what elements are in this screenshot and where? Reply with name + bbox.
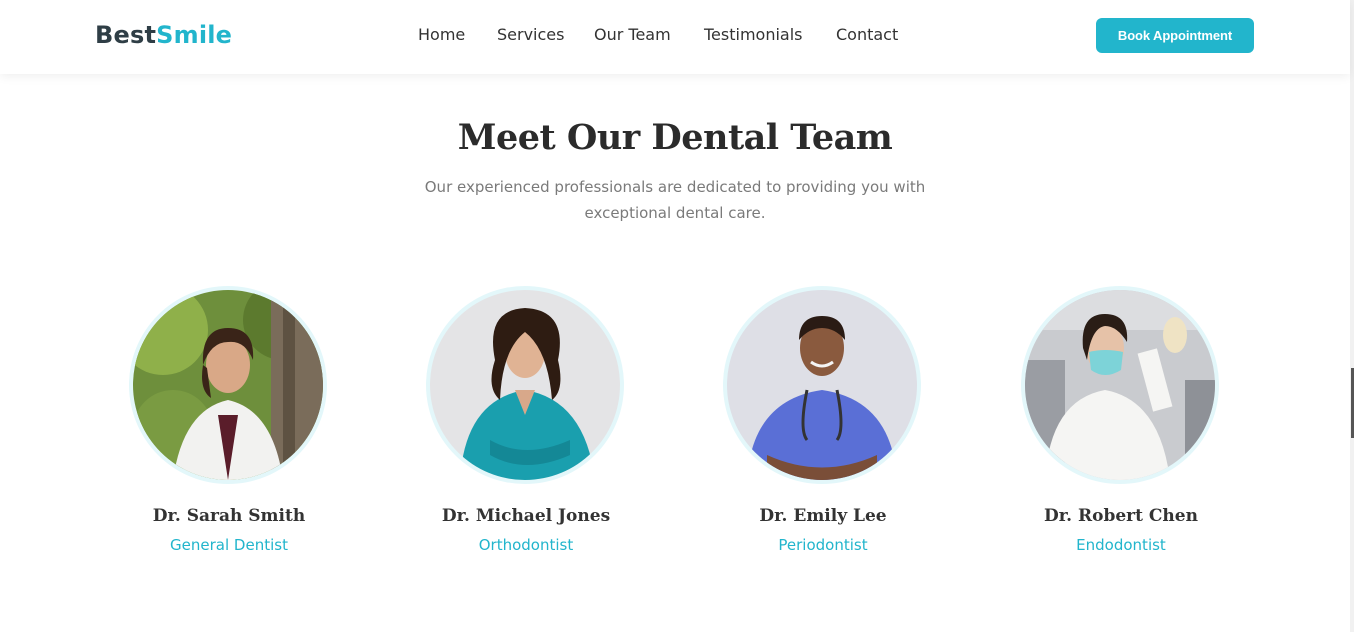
team-card: Dr. Emily Lee Periodontist xyxy=(673,286,973,566)
member-name: Dr. Emily Lee xyxy=(759,506,887,526)
avatar-sarah-smith xyxy=(133,290,323,480)
page-scrollbar[interactable] xyxy=(1350,0,1354,632)
avatar-emily-lee xyxy=(727,290,917,480)
section-subtitle: Our experienced professionals are dedica… xyxy=(424,178,926,222)
team-card: Dr. Robert Chen Endodontist xyxy=(971,286,1271,566)
team-card: Dr. Michael Jones Orthodontist xyxy=(376,286,676,566)
avatar-ring xyxy=(1021,286,1219,484)
member-role: Orthodontist xyxy=(478,536,574,554)
avatar-ring xyxy=(723,286,921,484)
avatar-ring xyxy=(426,286,624,484)
avatar-michael-jones xyxy=(430,290,620,480)
member-name: Dr. Robert Chen xyxy=(1044,506,1198,526)
site-header: BestSmile Home Services Our Team Testimo… xyxy=(0,0,1350,74)
nav-testimonials[interactable]: Testimonials xyxy=(704,24,803,46)
section-title: Meet Our Dental Team xyxy=(457,117,893,158)
member-role: General Dentist xyxy=(170,536,288,554)
nav-home[interactable]: Home xyxy=(418,24,465,46)
member-role: Periodontist xyxy=(778,536,868,554)
team-card: Dr. Sarah Smith General Dentist xyxy=(79,286,379,566)
member-role: Endodontist xyxy=(1076,536,1166,554)
member-name: Dr. Sarah Smith xyxy=(152,506,306,526)
avatar-robert-chen xyxy=(1025,290,1215,480)
nav-our-team[interactable]: Our Team xyxy=(594,24,671,46)
member-name: Dr. Michael Jones xyxy=(441,506,611,526)
avatar-ring xyxy=(129,286,327,484)
nav-contact[interactable]: Contact xyxy=(836,24,898,46)
book-appointment-button[interactable]: Book Appointment xyxy=(1096,18,1254,53)
nav-services[interactable]: Services xyxy=(497,24,564,46)
